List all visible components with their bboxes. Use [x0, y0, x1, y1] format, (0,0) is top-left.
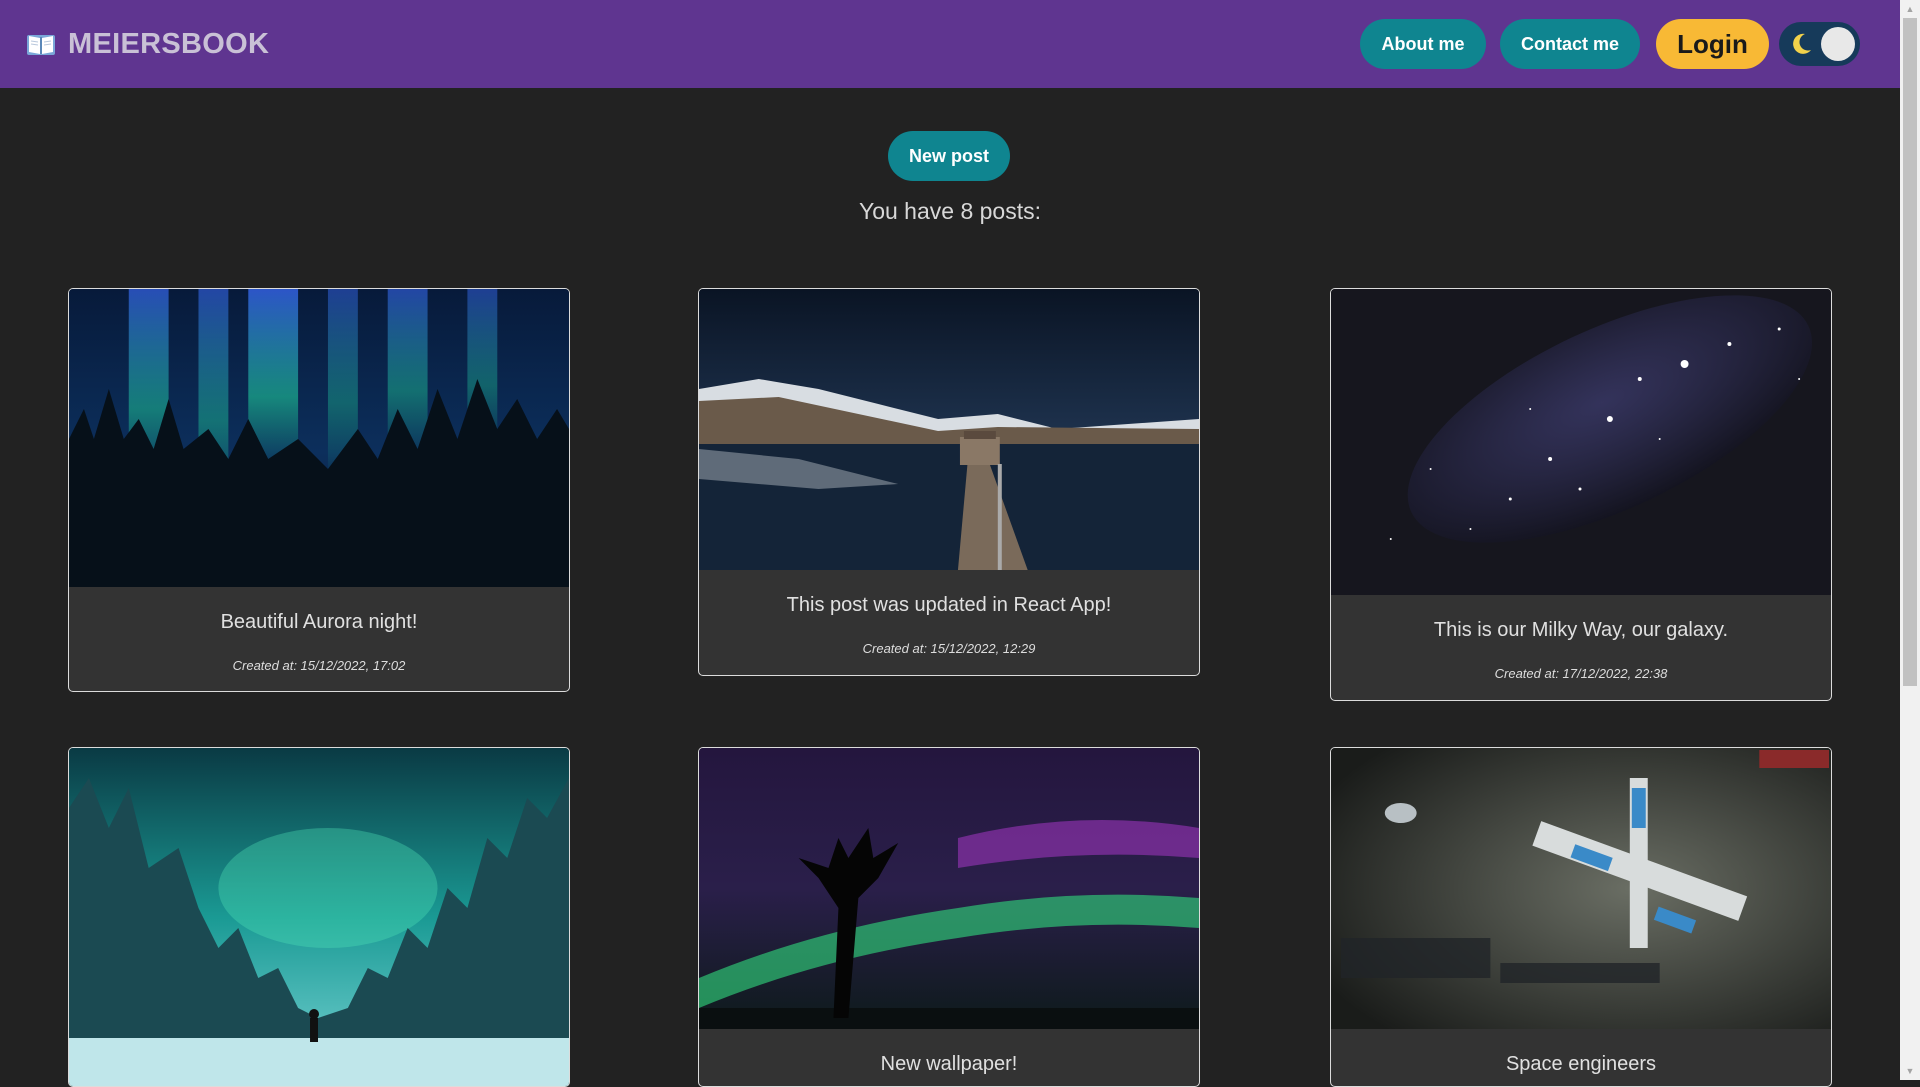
brand[interactable]: MEIERSBOOK — [26, 0, 269, 88]
new-post-button[interactable]: New post — [888, 131, 1010, 181]
post-title: This is our Milky Way, our galaxy. — [1433, 619, 1729, 641]
post-created-at: Created at: 17/12/2022, 22:38 — [1494, 666, 1668, 681]
login-button[interactable]: Login — [1656, 19, 1769, 69]
post-card[interactable] — [68, 747, 570, 1087]
post-image — [69, 748, 569, 1086]
post-image — [1331, 748, 1831, 1029]
navbar: MEIERSBOOK About me Contact me Login — [0, 0, 1900, 88]
post-count: You have 8 posts: — [858, 198, 1041, 224]
about-me-button[interactable]: About me — [1360, 19, 1486, 69]
post-image — [699, 748, 1199, 1029]
open-book-icon — [27, 35, 55, 55]
post-card[interactable]: This is our Milky Way, our galaxy. Creat… — [1330, 288, 1832, 701]
scroll-thumb[interactable] — [1903, 18, 1917, 686]
post-title: This post was updated in React App! — [786, 594, 1112, 616]
toggle-knob — [1821, 27, 1855, 61]
post-title: Space engineers — [1505, 1053, 1657, 1075]
post-created-at: Created at: 15/12/2022, 12:29 — [862, 641, 1036, 656]
contact-me-button[interactable]: Contact me — [1500, 19, 1640, 69]
post-card[interactable]: Beautiful Aurora night! Created at: 15/1… — [68, 288, 570, 692]
brand-name: MEIERSBOOK — [68, 27, 270, 60]
post-title: Beautiful Aurora night! — [220, 611, 418, 633]
post-card[interactable]: New wallpaper! — [698, 747, 1200, 1087]
post-image — [699, 289, 1199, 570]
scroll-down-arrow-icon[interactable]: ▼ — [1900, 1062, 1920, 1080]
scroll-up-arrow-icon[interactable]: ▲ — [1900, 0, 1920, 18]
post-title: New wallpaper! — [880, 1053, 1018, 1075]
post-created-at: Created at: 15/12/2022, 17:02 — [232, 658, 406, 673]
moon-icon — [1793, 33, 1811, 54]
post-image — [69, 289, 569, 587]
post-card[interactable]: Space engineers — [1330, 747, 1832, 1087]
post-card[interactable]: This post was updated in React App! Crea… — [698, 288, 1200, 676]
theme-toggle[interactable] — [1779, 22, 1860, 66]
post-image — [1331, 289, 1831, 595]
scrollbar[interactable]: ▲ ▼ — [1900, 0, 1920, 1080]
